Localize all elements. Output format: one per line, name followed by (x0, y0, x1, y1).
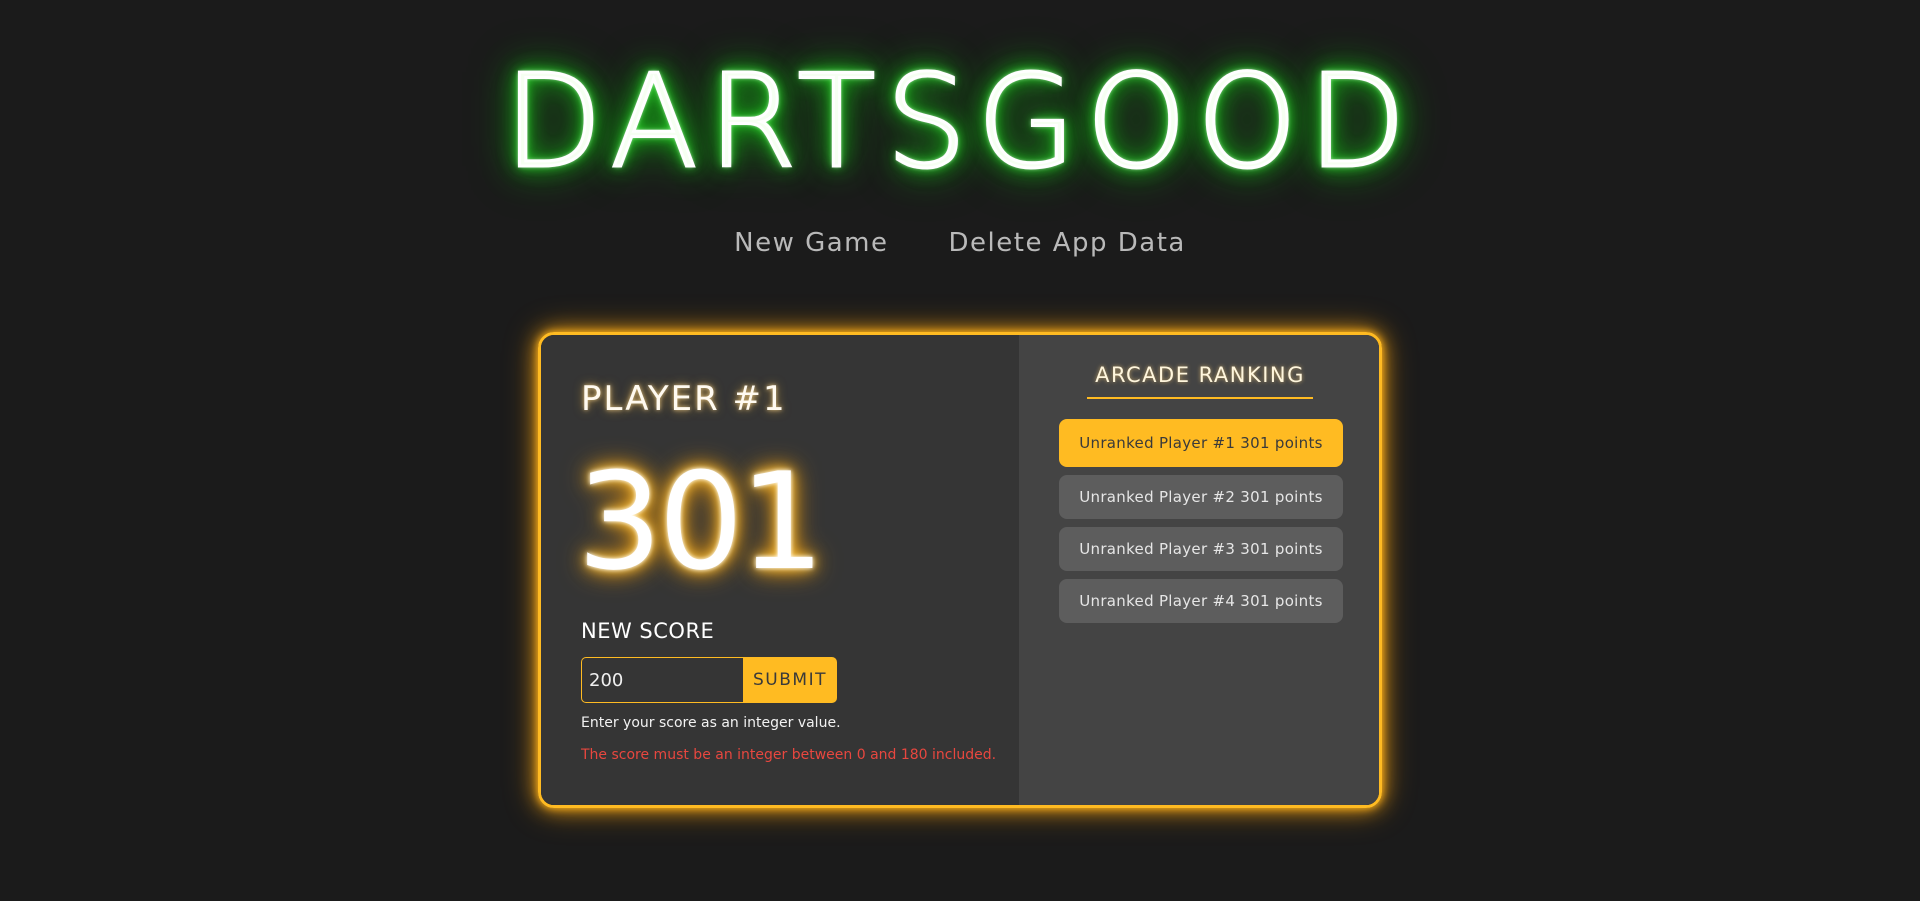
ranking-panel: ARCADE RANKING Unranked Player #1 301 po… (1019, 335, 1379, 805)
game-card: PLAYER #1 301 NEW SCORE SUBMIT Enter you… (538, 332, 1382, 808)
score-hint: Enter your score as an integer value. (581, 715, 841, 731)
ranking-item-player-1[interactable]: Unranked Player #1 301 points (1059, 419, 1343, 467)
ranking-item-player-4[interactable]: Unranked Player #4 301 points (1059, 579, 1343, 623)
ranking-list: Unranked Player #1 301 points Unranked P… (1059, 419, 1343, 631)
submit-button[interactable]: SUBMIT (743, 657, 837, 703)
delete-app-data-link[interactable]: Delete App Data (949, 228, 1186, 258)
ranking-item-player-3[interactable]: Unranked Player #3 301 points (1059, 527, 1343, 571)
ranking-item-player-2[interactable]: Unranked Player #2 301 points (1059, 475, 1343, 519)
player-name: PLAYER #1 (581, 379, 787, 419)
player-score: 301 (577, 444, 825, 600)
score-input[interactable] (581, 657, 743, 703)
app-logo-title: DARTSGOOD (502, 47, 1417, 199)
player-panel: PLAYER #1 301 NEW SCORE SUBMIT Enter you… (541, 335, 1019, 805)
score-error-message: The score must be an integer between 0 a… (581, 747, 997, 763)
page: DARTSGOOD New Game Delete App Data PLAYE… (0, 0, 1920, 901)
score-form: SUBMIT (581, 657, 837, 703)
ranking-title: ARCADE RANKING (1087, 363, 1313, 399)
top-nav: New Game Delete App Data (0, 228, 1920, 258)
new-score-label: NEW SCORE (581, 619, 715, 643)
new-game-link[interactable]: New Game (734, 228, 888, 258)
